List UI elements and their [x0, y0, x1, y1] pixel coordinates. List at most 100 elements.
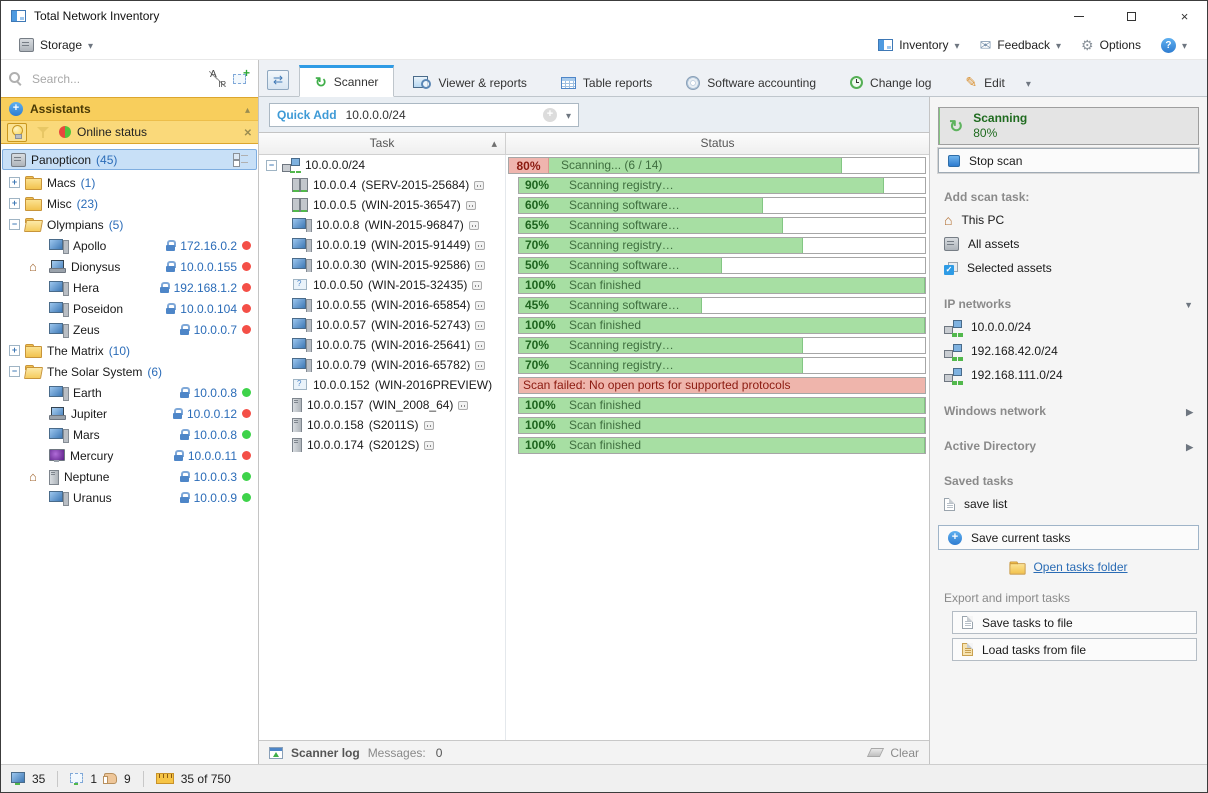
storage-menu[interactable]: Storage: [11, 35, 101, 55]
status-bar: 35 1 9 35 of 750: [1, 764, 1207, 792]
active-directory-header[interactable]: Active Directory: [944, 439, 1193, 453]
ip-network-item[interactable]: 192.168.42.0/24: [930, 339, 1207, 363]
tab-software-accounting[interactable]: Software accounting: [671, 69, 831, 96]
scanner-log-bar[interactable]: Scanner log Messages: 0 Clear: [259, 740, 929, 764]
filter-toggle-button[interactable]: [33, 123, 53, 142]
task-row[interactable]: 10.0.0.4 (SERV-2015-25684) 90% Scanning …: [259, 175, 929, 195]
stop-scan-button[interactable]: Stop scan: [938, 148, 1199, 173]
tree-item-mars[interactable]: Mars 10.0.0.8: [1, 424, 258, 445]
collapse-panel-icon[interactable]: [245, 102, 250, 116]
saved-task-item[interactable]: save list: [930, 492, 1207, 516]
add-task-all-assets[interactable]: All assets: [930, 232, 1207, 256]
feedback-menu[interactable]: Feedback: [972, 35, 1069, 56]
alpha-ip-sort-icon[interactable]: [209, 71, 226, 87]
expand-icon[interactable]: [9, 198, 20, 209]
task-row[interactable]: 10.0.0.174 (S2012S) 100% Scan finished: [259, 435, 929, 455]
tree-item-hera[interactable]: Hera 192.168.1.2: [1, 277, 258, 298]
tree-item-neptune[interactable]: Neptune 10.0.0.3: [1, 466, 258, 487]
progress-status: Scan finished: [569, 418, 641, 432]
collapse-icon[interactable]: [9, 219, 20, 230]
inventory-menu[interactable]: Inventory: [870, 35, 967, 55]
task-row[interactable]: 10.0.0.157 (WIN_2008_64) 100% Scan finis…: [259, 395, 929, 415]
task-row-failed[interactable]: 10.0.0.152 (WIN-2016PREVIEW) Scan failed…: [259, 375, 929, 395]
collapse-icon[interactable]: [266, 160, 277, 171]
load-tasks-from-file-button[interactable]: Load tasks from file: [952, 638, 1197, 661]
tree-item-apollo[interactable]: Apollo 172.16.0.2: [1, 235, 258, 256]
windows-network-header[interactable]: Windows network: [944, 404, 1193, 418]
tree-item-mercury[interactable]: Mercury 10.0.0.11: [1, 445, 258, 466]
task-row[interactable]: 10.0.0.30 (WIN-2015-92586) 50% Scanning …: [259, 255, 929, 275]
tab-edit[interactable]: Edit: [950, 69, 1045, 96]
save-tasks-to-file-button[interactable]: Save tasks to file: [952, 611, 1197, 634]
expand-icon[interactable]: [9, 345, 20, 356]
collapse-icon[interactable]: [9, 366, 20, 377]
task-hostname: (SERV-2015-25684): [361, 178, 469, 192]
add-task-this-pc[interactable]: This PC: [930, 208, 1207, 232]
task-row[interactable]: 10.0.0.158 (S2011S) 100% Scan finished: [259, 415, 929, 435]
task-row[interactable]: 10.0.0.55 (WIN-2016-65854) 45% Scanning …: [259, 295, 929, 315]
add-device-icon[interactable]: [233, 71, 250, 86]
tree-item-earth[interactable]: Earth 10.0.0.8: [1, 382, 258, 403]
expand-icon[interactable]: [9, 177, 20, 188]
ip-network-item[interactable]: 10.0.0.0/24: [930, 315, 1207, 339]
toggle-sidebar-button[interactable]: [267, 70, 289, 90]
folder-icon: [1010, 561, 1026, 573]
tree-item-zeus[interactable]: Zeus 10.0.0.7: [1, 319, 258, 340]
task-row[interactable]: 10.0.0.19 (WIN-2015-91449) 70% Scanning …: [259, 235, 929, 255]
tree-folder-olympians[interactable]: Olympians (5): [1, 214, 258, 235]
title-bar: Total Network Inventory ×: [1, 1, 1207, 31]
add-assistant-icon[interactable]: [9, 102, 23, 116]
desktop-icon: [292, 238, 311, 252]
save-current-tasks-button[interactable]: Save current tasks: [938, 525, 1199, 550]
task-row[interactable]: 10.0.0.8 (WIN-2015-96847) 65% Scanning s…: [259, 215, 929, 235]
task-row-root[interactable]: 10.0.0.0/24 80% Scanning... (6 / 14): [259, 155, 929, 175]
tree-folder-the-matrix[interactable]: The Matrix (10): [1, 340, 258, 361]
close-button[interactable]: ×: [1162, 1, 1207, 31]
chevron-down-icon[interactable]: [566, 108, 571, 122]
column-header-status[interactable]: Status: [506, 133, 929, 154]
tab-change-log[interactable]: Change log: [835, 69, 946, 96]
folder-icon: [25, 176, 42, 189]
add-task-selected-assets[interactable]: Selected assets: [930, 256, 1207, 280]
agent-icon: [469, 221, 479, 230]
quick-add-input[interactable]: Quick Add 10.0.0.0/24: [269, 103, 579, 127]
tree-item-dionysus[interactable]: Dionysus 10.0.0.155: [1, 256, 258, 277]
tab-table-reports[interactable]: Table reports: [546, 69, 667, 96]
add-icon[interactable]: [543, 108, 557, 122]
tab-scanner[interactable]: Scanner: [299, 65, 394, 97]
task-row[interactable]: 10.0.0.5 (WIN-2015-36547) 60% Scanning s…: [259, 195, 929, 215]
close-icon[interactable]: [244, 125, 252, 139]
task-row[interactable]: 10.0.0.79 (WIN-2016-65782) 70% Scanning …: [259, 355, 929, 375]
maximize-button[interactable]: [1109, 1, 1154, 31]
open-tasks-folder-link[interactable]: Open tasks folder: [1033, 560, 1127, 574]
tab-label: Edit: [984, 76, 1005, 90]
checklist-icon[interactable]: [233, 153, 249, 166]
search-bar: [1, 60, 258, 97]
progress-bar: 100% Scan finished: [518, 397, 926, 414]
tree-folder-misc[interactable]: Misc (23): [1, 193, 258, 214]
tree-item-uranus[interactable]: Uranus 10.0.0.9: [1, 487, 258, 508]
task-ip: 10.0.0.50: [313, 278, 363, 292]
ip-network-item[interactable]: 192.168.111.0/24: [930, 363, 1207, 387]
tab-viewer-reports[interactable]: Viewer & reports: [398, 69, 541, 96]
options-menu[interactable]: Options: [1073, 35, 1149, 56]
table-body: 10.0.0.0/24 80% Scanning... (6 / 14): [259, 155, 929, 740]
tree-folder-solar-system[interactable]: The Solar System (6): [1, 361, 258, 382]
help-menu[interactable]: ?: [1153, 35, 1195, 56]
highlight-toggle-button[interactable]: [7, 123, 27, 142]
tree-item-poseidon[interactable]: Poseidon 10.0.0.104: [1, 298, 258, 319]
column-header-task[interactable]: Task: [259, 133, 506, 154]
search-input[interactable]: [30, 71, 202, 87]
task-row[interactable]: 10.0.0.50 (WIN-2015-32435) 100% Scan fin…: [259, 275, 929, 295]
tree-item-panopticon[interactable]: Panopticon (45): [2, 149, 257, 170]
task-row[interactable]: 10.0.0.75 (WIN-2016-25641) 70% Scanning …: [259, 335, 929, 355]
app-icon: [11, 10, 26, 22]
chevron-down-icon[interactable]: [1026, 76, 1031, 90]
minimize-button[interactable]: [1056, 1, 1101, 31]
ip-networks-header[interactable]: IP networks: [944, 297, 1193, 311]
progress-bar: 100% Scan finished: [518, 317, 926, 334]
tree-folder-macs[interactable]: Macs (1): [1, 172, 258, 193]
task-row[interactable]: 10.0.0.57 (WIN-2016-52743) 100% Scan fin…: [259, 315, 929, 335]
tree-item-jupiter[interactable]: Jupiter 10.0.0.12: [1, 403, 258, 424]
clear-log-button[interactable]: Clear: [890, 746, 919, 760]
